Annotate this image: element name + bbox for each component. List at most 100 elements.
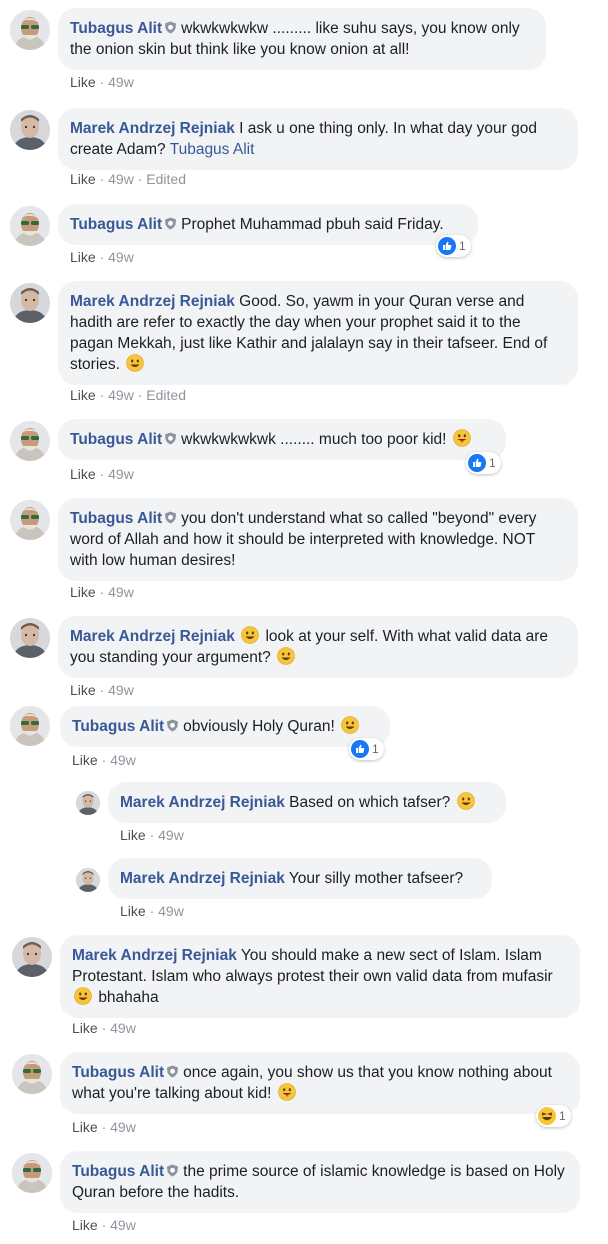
user-photo-icon (10, 618, 50, 658)
like-button[interactable]: Like (72, 752, 98, 768)
avatar[interactable] (10, 500, 50, 540)
timestamp[interactable]: 49w (110, 1217, 136, 1233)
thumbs-up-icon (468, 454, 486, 472)
like-button[interactable]: Like (70, 387, 96, 403)
author-name[interactable]: Marek Andrzej Rejniak (120, 870, 285, 887)
user-photo-icon (10, 110, 50, 150)
timestamp[interactable]: 49w (108, 171, 134, 187)
author-name[interactable]: Tubagus Alit (70, 20, 162, 37)
avatar[interactable] (12, 1153, 52, 1193)
avatar[interactable] (10, 618, 50, 658)
shield-icon (164, 432, 177, 445)
shield-icon (164, 21, 177, 34)
comment-bubble: Tubagus Alit wkwkwkwkw ......... like suh… (58, 8, 546, 70)
comment-text: Prophet Muhammad pbuh said Friday. (181, 216, 444, 233)
laughing-emoji-icon (538, 1107, 556, 1125)
timestamp[interactable]: 49w (158, 903, 184, 919)
like-button[interactable]: Like (72, 1020, 98, 1036)
smiley-emoji-icon (277, 647, 295, 665)
comment-bubble: Tubagus Alit Prophet Muhammad pbuh said F… (58, 204, 478, 245)
thumbs-up-icon (351, 740, 369, 758)
avatar[interactable] (10, 706, 50, 746)
user-photo-icon (76, 868, 100, 892)
author-name[interactable]: Marek Andrzej Rejniak (70, 120, 235, 137)
author-name[interactable]: Marek Andrzej Rejniak (70, 628, 235, 645)
edited-label[interactable]: Edited (146, 171, 186, 187)
avatar[interactable] (10, 283, 50, 323)
comment-bubble: Tubagus Alit the prime source of islamic … (60, 1151, 580, 1213)
like-button[interactable]: Like (120, 903, 146, 919)
like-button[interactable]: Like (70, 466, 96, 482)
smiley-emoji-icon (241, 626, 259, 644)
comment-meta: Like · 49w (70, 466, 134, 482)
timestamp[interactable]: 49w (108, 682, 134, 695)
avatar[interactable] (10, 421, 50, 461)
avatar[interactable] (10, 206, 50, 246)
comment-text: Your silly mother tafseer? (288, 870, 464, 887)
mention-link[interactable]: Tubagus Alit (170, 141, 255, 158)
like-button[interactable]: Like (70, 171, 96, 187)
avatar[interactable] (76, 868, 100, 892)
comment-meta: Like · 49w (72, 752, 136, 768)
comment-text: Based on which tafser? (289, 794, 451, 811)
timestamp[interactable]: 49w (108, 249, 134, 265)
author-name[interactable]: Tubagus Alit (72, 1064, 164, 1081)
author-name[interactable]: Tubagus Alit (72, 1163, 164, 1180)
user-photo-icon (10, 706, 50, 746)
author-name[interactable]: Marek Andrzej Rejniak (70, 293, 235, 310)
reaction-count[interactable]: 1 (349, 738, 384, 760)
like-button[interactable]: Like (70, 249, 96, 265)
user-photo-icon (76, 791, 100, 815)
smiley-emoji-icon (457, 792, 475, 810)
like-button[interactable]: Like (120, 827, 146, 843)
author-name[interactable]: Tubagus Alit (70, 431, 162, 448)
like-button[interactable]: Like (70, 584, 96, 600)
author-name[interactable]: Tubagus Alit (70, 216, 162, 233)
reaction-count[interactable]: 1 (466, 452, 501, 474)
timestamp[interactable]: 49w (110, 1020, 136, 1036)
author-name[interactable]: Marek Andrzej Rejniak (72, 947, 237, 964)
like-button[interactable]: Like (70, 74, 96, 90)
comment-meta: Like · 49w (120, 903, 184, 919)
comment-meta: Like · 49w (72, 1119, 136, 1135)
timestamp[interactable]: 49w (158, 827, 184, 843)
like-button[interactable]: Like (72, 1119, 98, 1135)
user-photo-icon (10, 421, 50, 461)
timestamp[interactable]: 49w (108, 466, 134, 482)
timestamp[interactable]: 49w (110, 1119, 136, 1135)
user-photo-icon (12, 937, 52, 977)
timestamp[interactable]: 49w (108, 387, 134, 403)
avatar[interactable] (12, 937, 52, 977)
comment-bubble: Marek Andrzej Rejniak Good. So, yawm in … (58, 281, 578, 385)
comment-bubble: Marek Andrzej Rejniak Based on which taf… (108, 782, 506, 823)
reaction-count[interactable]: 1 (536, 1105, 571, 1127)
like-button[interactable]: Like (72, 1217, 98, 1233)
comment-meta: Like · 49w (70, 74, 134, 90)
avatar[interactable] (76, 791, 100, 815)
like-button[interactable]: Like (70, 682, 96, 695)
comment-meta: Like · 49w (70, 682, 134, 695)
edited-label[interactable]: Edited (146, 387, 186, 403)
comment-bubble: Marek Andrzej Rejniak Your silly mother … (108, 858, 492, 899)
smiley-emoji-icon (74, 987, 92, 1005)
shield-icon (164, 511, 177, 524)
smiley-emoji-icon (341, 716, 359, 734)
avatar[interactable] (10, 10, 50, 50)
author-name[interactable]: Tubagus Alit (72, 718, 164, 735)
user-photo-icon (10, 283, 50, 323)
comment-text: wkwkwkwkwk ........ much too poor kid! (181, 431, 447, 448)
comment-bubble: Tubagus Alit once again, you show us that… (60, 1052, 580, 1114)
reaction-count[interactable]: 1 (436, 235, 471, 257)
timestamp[interactable]: 49w (108, 584, 134, 600)
author-name[interactable]: Marek Andrzej Rejniak (120, 794, 285, 811)
comment-bubble: Tubagus Alit obviously Holy Quran! (60, 706, 390, 747)
user-photo-icon (10, 500, 50, 540)
user-photo-icon (12, 1153, 52, 1193)
comment-text: obviously Holy Quran! (183, 718, 335, 735)
timestamp[interactable]: 49w (108, 74, 134, 90)
author-name[interactable]: Tubagus Alit (70, 510, 162, 527)
avatar[interactable] (12, 1054, 52, 1094)
timestamp[interactable]: 49w (110, 752, 136, 768)
avatar[interactable] (10, 110, 50, 150)
comment-meta: Like · 49w (70, 584, 134, 600)
